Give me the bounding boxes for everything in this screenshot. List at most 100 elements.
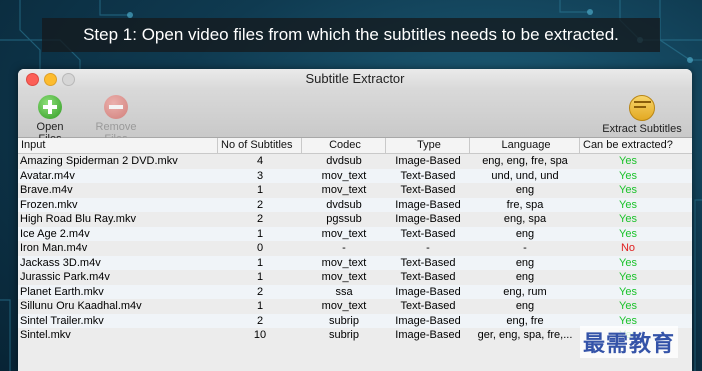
cell-language: eng [515, 184, 535, 196]
step-caption: Step 1: Open video files from which the … [42, 18, 660, 52]
cell-codec: ssa [335, 285, 353, 298]
cell-input: Jurassic Park.m4v [20, 271, 110, 283]
cell-codec: mov_text [321, 271, 367, 283]
cell-count: 10 [253, 329, 267, 341]
cell-count: 1 [256, 227, 264, 240]
cell-language: eng, rum [503, 285, 547, 298]
cell-input: Jackass 3D.m4v [20, 256, 101, 269]
cell-language: eng [515, 256, 535, 269]
cell-type: Text-Based [400, 184, 456, 196]
cell-count: 2 [256, 314, 264, 327]
column-header-type[interactable]: Type [386, 138, 470, 153]
cell-input: High Road Blu Ray.mkv [20, 213, 136, 225]
table-row[interactable]: Sillunu Oru Kaadhal.m4v 1 mov_text Text-Bas… [18, 299, 692, 314]
table-row[interactable]: Brave.m4v 1 mov_text Text-Based eng Yes [18, 183, 692, 198]
cell-language: ger, eng, spa, fre,... [477, 329, 573, 341]
cell-codec: subrip [329, 314, 359, 327]
cell-codec: dvdsub [326, 155, 362, 167]
cell-input: Sintel.mkv [20, 329, 71, 341]
cell-codec: subrip [329, 329, 359, 341]
cell-count: 1 [256, 271, 264, 283]
window-title: Subtitle Extractor [305, 71, 405, 86]
column-header-language[interactable]: Language [470, 138, 580, 153]
cell-type: Image-Based [395, 198, 461, 211]
cell-language: - [523, 242, 527, 254]
window-titlebar: Subtitle Extractor [18, 69, 692, 89]
remove-files-button[interactable]: Remove Files [84, 91, 148, 145]
cell-language: eng [515, 227, 535, 240]
table-row[interactable]: Avatar.m4v 3 mov_text Text-Based und, und, u… [18, 168, 692, 183]
cell-input: Frozen.mkv [20, 198, 78, 211]
cell-type: Image-Based [395, 285, 461, 298]
watermark-text: 最需教育 [580, 326, 679, 358]
extract-subtitles-button[interactable]: Extract Subtitles [600, 91, 684, 135]
cell-count: 4 [256, 155, 264, 167]
column-header-input[interactable]: Input [18, 138, 218, 153]
table-row[interactable]: Jackass 3D.m4v 1 mov_text Text-Based eng Yes [18, 255, 692, 270]
column-header-subtitle-count[interactable]: No of Subtitles [218, 138, 302, 153]
cell-count: 1 [256, 256, 264, 269]
open-files-button[interactable]: Open Files [24, 91, 76, 145]
cell-codec: mov_text [321, 256, 367, 269]
cell-can: Yes [619, 213, 637, 225]
cell-can: Yes [619, 300, 637, 312]
cell-language: fre, spa [506, 198, 544, 211]
cell-type: Text-Based [400, 256, 456, 269]
cell-language: eng [515, 271, 535, 283]
cell-can: Yes [619, 169, 637, 182]
cell-type: Text-Based [400, 271, 456, 283]
add-plus-icon [38, 95, 62, 119]
cell-language: und, und, und [491, 169, 559, 182]
cell-can: Yes [619, 198, 637, 211]
minimize-window-button[interactable] [44, 73, 57, 86]
table-header: Input No of Subtitles Codec Type Languag… [18, 138, 692, 154]
cell-count: 2 [256, 213, 264, 225]
cell-count: 2 [256, 198, 264, 211]
cell-codec: mov_text [321, 300, 367, 312]
cell-type: Text-Based [400, 300, 456, 312]
cell-language: eng [515, 300, 535, 312]
table-row[interactable]: Amazing Spiderman 2 DVD.mkv 4 dvdsub Image-… [18, 154, 692, 169]
column-header-codec[interactable]: Codec [302, 138, 386, 153]
cell-input: Ice Age 2.m4v [20, 227, 90, 240]
table-row[interactable]: Jurassic Park.m4v 1 mov_text Text-Based eng Y… [18, 270, 692, 285]
cell-type: Text-Based [400, 169, 456, 182]
table-row[interactable]: High Road Blu Ray.mkv 2 pgssub Image-Based e… [18, 212, 692, 227]
cell-language: eng, eng, fre, spa [482, 155, 568, 167]
cell-input: Iron Man.m4v [20, 242, 88, 254]
cell-count: 2 [256, 285, 264, 298]
close-window-button[interactable] [26, 73, 39, 86]
cell-can: Yes [619, 155, 637, 167]
cell-codec: dvdsub [326, 198, 362, 211]
table-row[interactable]: Frozen.mkv 2 dvdsub Image-Based fre, spa Yes [18, 197, 692, 212]
cell-codec: - [342, 242, 346, 254]
subtitle-bubble-icon [629, 95, 655, 121]
cell-can: Yes [619, 227, 637, 240]
cell-codec: mov_text [321, 184, 367, 196]
cell-can: Yes [619, 271, 637, 283]
table-row[interactable]: Ice Age 2.m4v 1 mov_text Text-Based eng Yes [18, 226, 692, 241]
cell-input: Sintel Trailer.mkv [20, 314, 104, 327]
cell-input: Amazing Spiderman 2 DVD.mkv [20, 155, 178, 167]
cell-input: Sillunu Oru Kaadhal.m4v [20, 300, 142, 312]
remove-minus-icon [104, 95, 128, 119]
zoom-window-button[interactable] [62, 73, 75, 86]
toolbar: Open Files Remove Files Extract Subtitle… [18, 89, 692, 145]
cell-count: 1 [256, 184, 264, 196]
cell-count: 3 [256, 169, 264, 182]
table-row[interactable]: Iron Man.m4v 0 - - - No [18, 241, 692, 256]
cell-type: Image-Based [395, 155, 461, 167]
cell-type: Text-Based [400, 227, 456, 240]
cell-type: - [426, 242, 430, 254]
table-row[interactable]: Planet Earth.mkv 2 ssa Image-Based eng, rum Y… [18, 284, 692, 299]
cell-can: Yes [619, 256, 637, 269]
cell-codec: mov_text [321, 227, 367, 240]
cell-count: 1 [256, 300, 264, 312]
cell-language: eng, spa [503, 213, 547, 225]
cell-codec: mov_text [321, 169, 367, 182]
cell-language: eng, fre [506, 314, 544, 327]
cell-type: Image-Based [395, 213, 461, 225]
cell-input: Planet Earth.mkv [20, 285, 104, 298]
cell-can: Yes [619, 184, 637, 196]
column-header-can-extract[interactable]: Can be extracted? [580, 138, 692, 153]
